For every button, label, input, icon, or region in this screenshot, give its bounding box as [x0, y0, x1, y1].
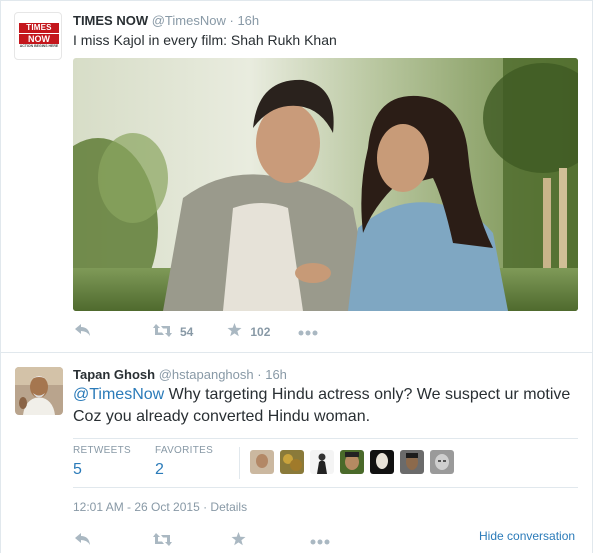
retweeter-avatar[interactable]	[280, 450, 304, 474]
tweet-header: TIMES NOW @TimesNow · 16h	[73, 13, 259, 28]
avatar-image	[15, 367, 63, 415]
retweeter-avatar[interactable]	[310, 450, 334, 474]
reply-button[interactable]	[75, 533, 91, 548]
retweet-icon	[153, 323, 172, 340]
retweets-label: RETWEETS	[73, 445, 131, 456]
tweet-text-line-2: Coz you already converted Hindu woman.	[73, 408, 371, 425]
retweets-value: 5	[73, 461, 82, 478]
logo-text-now: NOW	[19, 34, 59, 44]
favorites-label: FAVORITES	[155, 445, 214, 456]
favorite-button[interactable]	[231, 532, 246, 549]
favorites-stat[interactable]: FAVORITES 2	[155, 445, 213, 479]
avatar[interactable]: TIMES NOW ACTION BEGINS HERE	[14, 12, 62, 60]
retweeter-avatar[interactable]	[370, 450, 394, 474]
separator: ·	[229, 13, 234, 28]
avatar[interactable]	[15, 367, 63, 415]
separator: ·	[257, 367, 262, 382]
favorite-count: 102	[250, 324, 271, 339]
reply-button[interactable]	[75, 324, 91, 339]
details-link[interactable]: Details	[210, 500, 247, 514]
more-icon	[310, 533, 330, 548]
author-name[interactable]: Tapan Ghosh	[73, 367, 155, 382]
author-name[interactable]: TIMES NOW	[73, 13, 148, 28]
tweet-actions: 54 102	[75, 323, 318, 340]
logo-tagline: ACTION BEGINS HERE	[19, 44, 59, 48]
more-button[interactable]	[298, 324, 318, 339]
tweet-times-now[interactable]: TIMES NOW ACTION BEGINS HERE TIMES NOW @…	[0, 0, 593, 353]
retweet-button[interactable]	[153, 532, 172, 549]
tweet-time[interactable]: 16h	[237, 13, 259, 28]
star-icon	[227, 323, 242, 340]
retweeter-avatar[interactable]	[430, 450, 454, 474]
retweeter-avatar[interactable]	[400, 450, 424, 474]
more-icon	[298, 324, 318, 339]
reply-icon	[75, 533, 91, 548]
star-icon	[231, 532, 246, 549]
mention-link[interactable]: @TimesNow	[73, 386, 164, 403]
retweets-stat[interactable]: RETWEETS 5	[73, 445, 131, 479]
tweet-time[interactable]: 16h	[265, 367, 287, 382]
tweet-photo[interactable]	[73, 58, 578, 311]
hide-conversation-link[interactable]: Hide conversation	[479, 529, 575, 543]
tweet-text: I miss Kajol in every film: Shah Rukh Kh…	[73, 32, 337, 48]
tweet-actions	[75, 532, 330, 549]
retweet-count: 54	[180, 324, 194, 339]
reply-icon	[75, 324, 91, 339]
times-now-logo: TIMES NOW ACTION BEGINS HERE	[19, 23, 59, 49]
more-button[interactable]	[310, 533, 330, 548]
author-handle[interactable]: @TimesNow	[152, 13, 226, 28]
retweeter-avatars	[250, 450, 460, 474]
photo-image	[73, 58, 578, 311]
retweeter-avatar[interactable]	[250, 450, 274, 474]
tweet-metadata: 12:01 AM - 26 Oct 2015 · Details	[73, 500, 247, 514]
author-handle[interactable]: @hstapanghosh	[159, 367, 254, 382]
tweet-timestamp: 12:01 AM - 26 Oct 2015	[73, 500, 200, 514]
retweet-button[interactable]: 54	[153, 323, 194, 340]
tweet-text-line-1: Why targeting Hindu actress only? We sus…	[164, 386, 571, 403]
logo-text-times: TIMES	[19, 23, 59, 33]
favorites-value: 2	[155, 461, 164, 478]
tweet-header: Tapan Ghosh @hstapanghosh · 16h	[73, 367, 287, 382]
divider	[239, 447, 240, 479]
retweet-icon	[153, 532, 172, 549]
tweet-stats: RETWEETS 5 FAVORITES 2	[73, 438, 578, 488]
favorite-button[interactable]: 102	[227, 323, 270, 340]
separator: ·	[199, 500, 211, 514]
retweeter-avatar[interactable]	[340, 450, 364, 474]
tweet-text: @TimesNow Why targeting Hindu actress on…	[73, 384, 583, 428]
